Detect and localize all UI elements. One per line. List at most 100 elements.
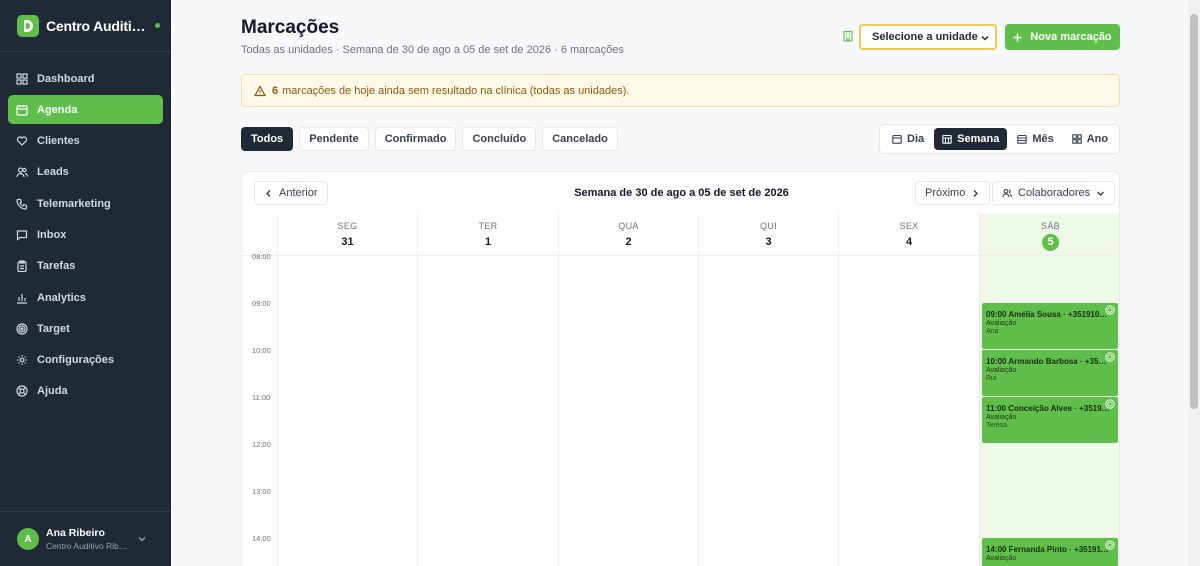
sidebar-item-label: Target bbox=[37, 322, 70, 335]
unit-select[interactable]: Selecione a unidade bbox=[859, 24, 997, 50]
view-mes[interactable]: Mês bbox=[1009, 128, 1061, 150]
next-label: Próximo bbox=[925, 187, 966, 199]
sidebar-item-dashboard[interactable]: Dashboard bbox=[8, 64, 163, 93]
filter-concluido[interactable]: Concluído bbox=[462, 127, 537, 151]
status-filters: Todos Pendente Confirmado Concluído Canc… bbox=[241, 127, 624, 151]
event-title: 10:00 Armando Barbosa · +3519… bbox=[986, 357, 1110, 366]
day-column-sex[interactable] bbox=[838, 256, 979, 566]
sidebar-item-leads[interactable]: Leads bbox=[8, 158, 163, 187]
building-icon bbox=[843, 30, 853, 42]
day-header-sex[interactable]: SEX 4 bbox=[838, 214, 979, 256]
sidebar-item-configuracoes[interactable]: Configurações bbox=[8, 346, 163, 375]
appointment-event[interactable]: 10:00 Armando Barbosa · +3519… Avaliação… bbox=[982, 350, 1118, 396]
day-header-sab[interactable]: SÁB 5 bbox=[979, 214, 1119, 256]
week-calendar: Anterior Semana de 30 de ago a 05 de set… bbox=[241, 171, 1120, 566]
main-content: Marcações Todas as unidades · Semana de … bbox=[171, 0, 1188, 566]
day-name: QUI bbox=[760, 221, 777, 231]
event-type: Avaliação bbox=[986, 555, 1017, 562]
page-scrollbar[interactable] bbox=[1188, 0, 1200, 566]
page-title: Marcações bbox=[241, 17, 340, 38]
plus-icon bbox=[1013, 33, 1022, 41]
event-title: 14:00 Fernanda Pinto · +3519110… bbox=[986, 545, 1110, 554]
sidebar-item-ajuda[interactable]: Ajuda bbox=[8, 377, 163, 406]
event-collaborator: Teresa bbox=[986, 422, 1008, 429]
day-name: SEG bbox=[337, 221, 358, 231]
sidebar-item-inbox[interactable]: Inbox bbox=[8, 220, 163, 249]
hour-label: 11:00 bbox=[252, 393, 271, 402]
sidebar: Centro Auditi… Dashboard Agenda Clientes… bbox=[0, 0, 171, 566]
scrollbar-thumb[interactable] bbox=[1190, 14, 1198, 409]
view-dia[interactable]: Dia bbox=[884, 128, 932, 150]
sidebar-item-analytics[interactable]: Analytics bbox=[8, 283, 163, 312]
time-gutter-header bbox=[242, 214, 277, 256]
chat-icon bbox=[16, 230, 28, 241]
calendar-month-icon bbox=[1017, 134, 1028, 144]
new-appointment-button[interactable]: Nova marcação bbox=[1005, 24, 1120, 50]
sidebar-item-label: Leads bbox=[37, 166, 69, 179]
day-column-qua[interactable] bbox=[558, 256, 698, 566]
chevron-down-icon[interactable] bbox=[137, 534, 147, 544]
appointment-event[interactable]: 09:00 Amélia Sousa · +3519100… Avaliação… bbox=[982, 303, 1118, 349]
bar-chart-icon bbox=[17, 293, 27, 304]
day-header-qui[interactable]: QUI 3 bbox=[698, 214, 838, 256]
sidebar-item-telemarketing[interactable]: Telemarketing bbox=[8, 189, 163, 218]
view-label: Mês bbox=[1032, 133, 1054, 145]
day-number: 1 bbox=[484, 236, 492, 248]
next-week-button[interactable]: Próximo bbox=[915, 181, 991, 205]
day-number: 4 bbox=[905, 236, 913, 248]
day-name: SÁB bbox=[1041, 221, 1060, 231]
users-icon bbox=[16, 167, 28, 178]
user-menu[interactable]: A Ana Ribeiro Centro Auditivo Rib… bbox=[0, 511, 171, 566]
appointment-event[interactable]: 11:00 Conceição Alves · +35191… Avaliaçã… bbox=[982, 397, 1118, 443]
avatar: A bbox=[17, 528, 39, 550]
day-column-ter[interactable] bbox=[417, 256, 558, 566]
users-icon bbox=[1002, 188, 1012, 198]
sidebar-item-agenda[interactable]: Agenda bbox=[8, 95, 163, 125]
brand[interactable]: Centro Auditi… bbox=[0, 0, 171, 52]
sidebar-item-clientes[interactable]: Clientes bbox=[8, 127, 163, 156]
calendar-icon bbox=[892, 134, 902, 144]
user-org: Centro Auditivo Rib… bbox=[46, 541, 128, 551]
hour-label: 10:00 bbox=[252, 346, 271, 355]
sidebar-item-label: Dashboard bbox=[37, 72, 95, 85]
sidebar-item-tarefas[interactable]: Tarefas bbox=[8, 252, 163, 281]
grid-icon bbox=[1071, 134, 1082, 144]
day-column-qui[interactable] bbox=[698, 256, 838, 566]
brand-logo-icon bbox=[17, 14, 39, 37]
help-icon bbox=[16, 385, 28, 398]
sidebar-item-label: Analytics bbox=[37, 291, 86, 304]
sidebar-item-label: Tarefas bbox=[37, 260, 76, 273]
day-number: 2 bbox=[625, 236, 632, 248]
heart-hand-icon bbox=[16, 136, 28, 146]
brand-name: Centro Auditi… bbox=[46, 17, 146, 34]
view-ano[interactable]: Ano bbox=[1064, 128, 1116, 150]
view-semana[interactable]: Semana bbox=[934, 128, 1008, 150]
event-type: Avaliação bbox=[986, 414, 1017, 421]
calendar-icon bbox=[16, 104, 28, 116]
hour-label: 13:00 bbox=[252, 487, 271, 496]
filter-todos[interactable]: Todos bbox=[241, 127, 294, 151]
calendar-week-icon bbox=[942, 134, 952, 144]
day-header-ter[interactable]: TER 1 bbox=[417, 214, 558, 256]
hour-label: 08:00 bbox=[252, 252, 271, 261]
event-type: Avaliação bbox=[986, 320, 1017, 327]
filter-cancelado[interactable]: Cancelado bbox=[542, 127, 618, 151]
sidebar-item-label: Configurações bbox=[37, 354, 115, 367]
alert-text: marcações de hoje ainda sem resultado na… bbox=[282, 84, 630, 97]
filter-confirmado[interactable]: Confirmado bbox=[374, 127, 457, 151]
collaborators-dropdown[interactable]: Colaboradores bbox=[992, 181, 1116, 205]
sidebar-item-target[interactable]: Target bbox=[8, 314, 163, 343]
day-column-sab[interactable]: 09:00 Amélia Sousa · +3519100… Avaliação… bbox=[979, 256, 1119, 566]
pending-results-alert: 6 marcações de hoje ainda sem resultado … bbox=[241, 74, 1120, 107]
day-header-seg[interactable]: SEG 31 bbox=[277, 214, 417, 256]
today-number: 5 bbox=[1042, 234, 1059, 251]
view-switcher: Dia Semana Mês Ano bbox=[879, 124, 1120, 154]
appointment-event[interactable]: 14:00 Fernanda Pinto · +3519110… Avaliaç… bbox=[982, 538, 1118, 566]
target-icon bbox=[1105, 352, 1115, 362]
event-title: 11:00 Conceição Alves · +35191… bbox=[986, 404, 1110, 413]
day-header-qua[interactable]: QUA 2 bbox=[558, 214, 698, 256]
filter-pendente[interactable]: Pendente bbox=[299, 127, 369, 151]
day-column-seg[interactable] bbox=[277, 256, 417, 566]
alert-count: 6 bbox=[272, 84, 279, 97]
warning-icon bbox=[254, 84, 266, 96]
